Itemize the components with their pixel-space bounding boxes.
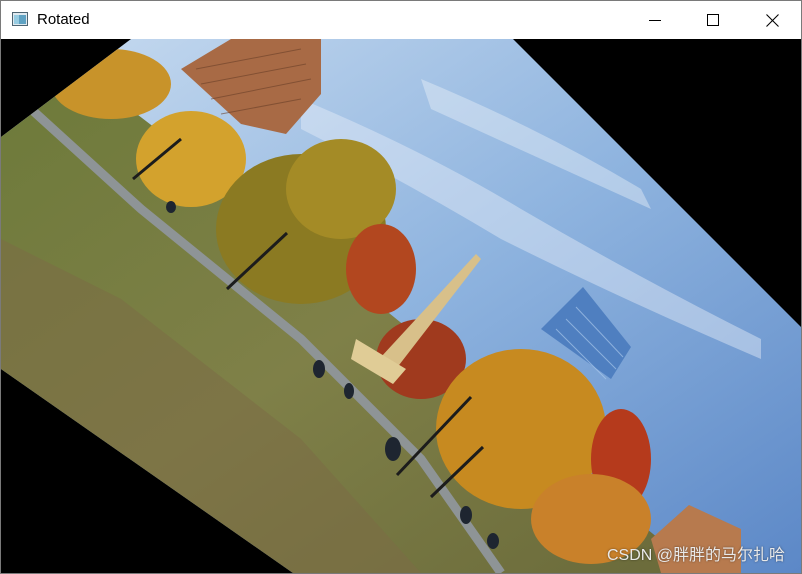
close-button[interactable] xyxy=(743,1,801,39)
rotated-park-photo xyxy=(1,39,801,573)
maximize-icon xyxy=(707,14,719,26)
minimize-icon xyxy=(649,20,661,21)
red-tree xyxy=(346,224,416,314)
green-tree xyxy=(286,139,396,239)
watermark-text: CSDN @胖胖的马尔扎哈 xyxy=(606,547,785,564)
app-window-icon xyxy=(12,12,28,26)
image-canvas: CSDN @胖胖的马尔扎哈 xyxy=(1,39,801,573)
app-window: Rotated CSDN @胖胖的马尔扎哈 xyxy=(0,0,802,574)
window-title: Rotated xyxy=(37,11,90,28)
minimize-button[interactable] xyxy=(626,1,684,39)
close-icon xyxy=(765,13,779,27)
title-bar[interactable]: Rotated xyxy=(1,1,801,39)
maximize-button[interactable] xyxy=(684,1,742,39)
